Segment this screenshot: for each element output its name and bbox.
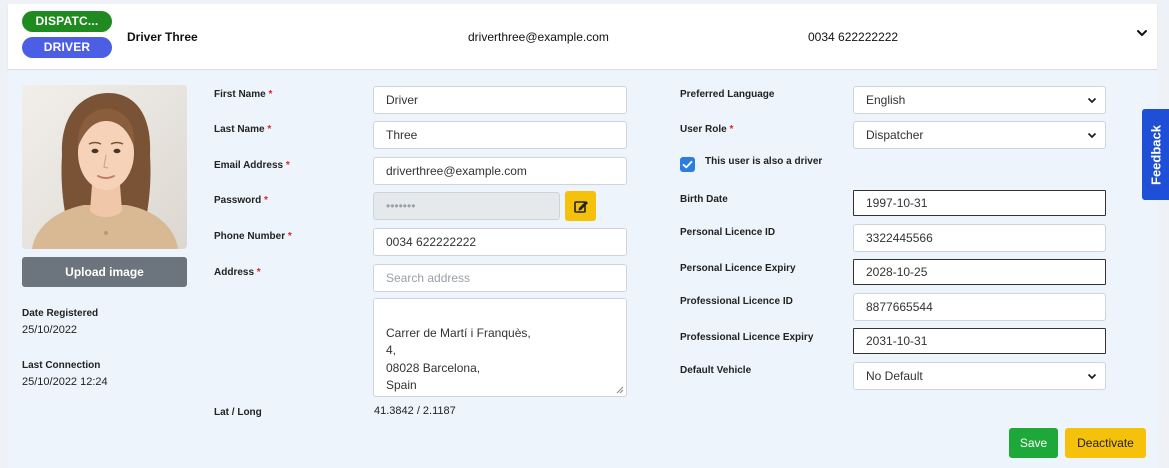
chevron-down-icon	[1087, 97, 1097, 104]
user-phone: 0034 622222222	[808, 30, 899, 44]
last-name-field[interactable]: Three	[373, 121, 627, 149]
upload-image-button[interactable]: Upload image	[22, 257, 187, 287]
phone-field[interactable]: 0034 622222222	[373, 228, 627, 256]
phone-label: Phone Number *	[214, 231, 292, 242]
profile-photo	[22, 85, 187, 249]
default-vehicle-select[interactable]: No Default	[853, 362, 1106, 390]
user-name: Driver Three	[127, 30, 198, 44]
password-field: •••••••	[373, 192, 560, 220]
email-field[interactable]: driverthree@example.com	[373, 157, 627, 185]
professional-licence-expiry-field[interactable]: 2031-10-31	[853, 328, 1106, 354]
resize-grip-icon[interactable]	[616, 386, 624, 394]
birth-date-label: Birth Date	[680, 194, 728, 205]
check-icon	[682, 160, 693, 169]
personal-licence-expiry-field[interactable]: 2028-10-25	[853, 259, 1106, 285]
latlong-value: 41.3842 / 2.1187	[374, 405, 456, 417]
feedback-label: Feedback	[1148, 124, 1163, 185]
chevron-down-icon[interactable]	[1136, 26, 1148, 40]
professional-licence-id-label: Professional Licence ID	[680, 296, 793, 307]
is-driver-checkbox[interactable]	[680, 157, 695, 172]
user-role-label: User Role *	[680, 124, 734, 135]
address-search-input[interactable]: Search address	[373, 264, 627, 292]
personal-licence-id-label: Personal Licence ID	[680, 227, 776, 238]
role-badge: DISPATC...	[22, 11, 112, 32]
date-registered-label: Date Registered	[22, 308, 99, 319]
user-role-value: Dispatcher	[866, 128, 924, 142]
user-role-select[interactable]: Dispatcher	[853, 121, 1106, 149]
chevron-down-icon	[1087, 132, 1097, 139]
user-row-header[interactable]: DISPATC... DRIVER Driver Three driverthr…	[8, 4, 1157, 70]
feedback-tab[interactable]: Feedback	[1142, 109, 1169, 200]
edit-icon	[574, 201, 588, 213]
professional-licence-id-field[interactable]: 8877665544	[853, 293, 1106, 321]
address-textarea[interactable]: Carrer de Martí i Franquès, 4, 08028 Bar…	[373, 298, 627, 397]
address-label: Address *	[214, 267, 261, 278]
edit-password-button[interactable]	[565, 191, 596, 221]
personal-licence-expiry-label: Personal Licence Expiry	[680, 263, 796, 274]
last-connection-label: Last Connection	[22, 360, 101, 371]
first-name-field[interactable]: Driver	[373, 86, 627, 114]
preferred-language-label: Preferred Language	[680, 89, 775, 100]
is-driver-label: This user is also a driver	[705, 156, 823, 167]
default-vehicle-value: No Default	[866, 369, 923, 383]
deactivate-button[interactable]: Deactivate	[1065, 428, 1146, 458]
date-registered-value: 25/10/2022	[22, 324, 78, 336]
preferred-language-select[interactable]: English	[853, 86, 1106, 114]
user-email: driverthree@example.com	[468, 30, 609, 44]
driver-badge: DRIVER	[22, 37, 112, 58]
preferred-language-value: English	[866, 93, 906, 107]
professional-licence-expiry-label: Professional Licence Expiry	[680, 332, 814, 343]
password-label: Password *	[214, 195, 268, 206]
address-text: Carrer de Martí i Franquès, 4, 08028 Bar…	[386, 325, 531, 393]
latlong-label: Lat / Long	[214, 407, 262, 418]
chevron-down-icon	[1087, 373, 1097, 380]
personal-licence-id-field[interactable]: 3322445566	[853, 224, 1106, 252]
default-vehicle-label: Default Vehicle	[680, 365, 752, 376]
last-connection-value: 25/10/2022 12:24	[22, 376, 108, 388]
last-name-label: Last Name *	[214, 124, 272, 135]
save-button[interactable]: Save	[1009, 428, 1058, 458]
birth-date-field[interactable]: 1997-10-31	[853, 190, 1106, 216]
email-label: Email Address *	[214, 160, 290, 171]
first-name-label: First Name *	[214, 89, 273, 100]
